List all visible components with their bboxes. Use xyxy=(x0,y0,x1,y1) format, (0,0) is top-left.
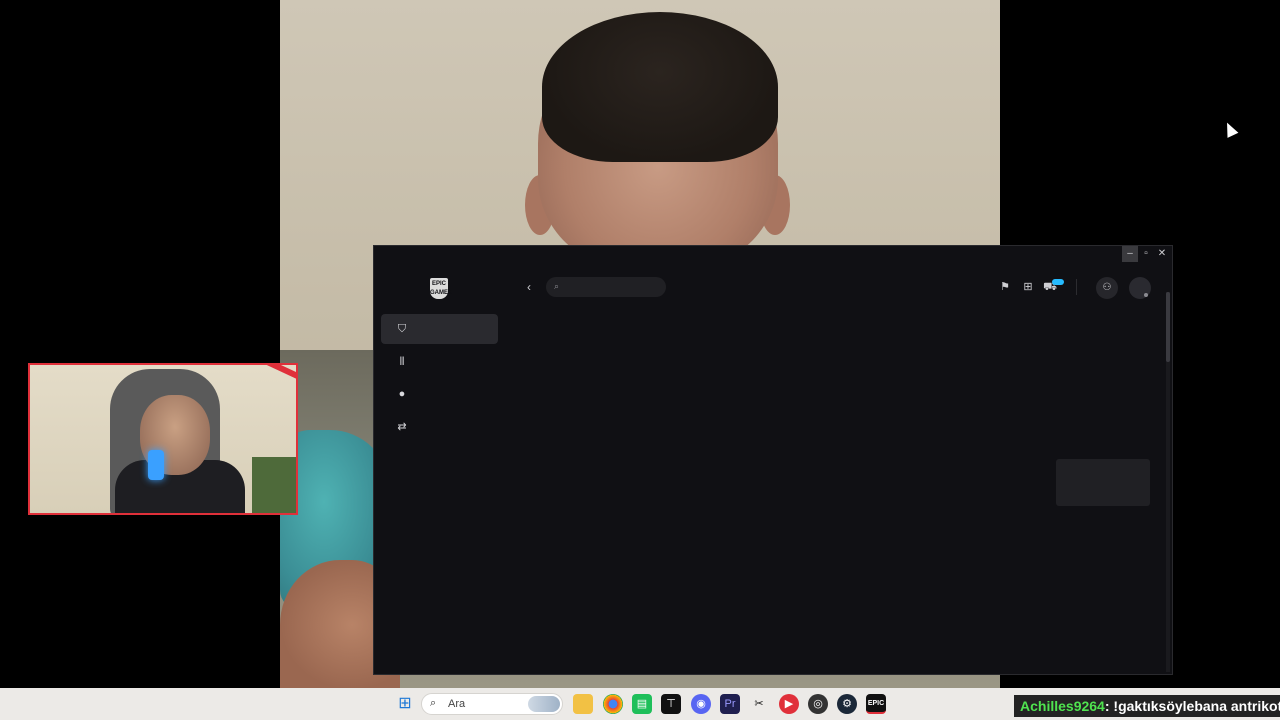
unreal-engine-icon: ● xyxy=(398,388,406,400)
back-icon[interactable]: ‹ xyxy=(527,279,531,295)
obs-icon[interactable]: ◎ xyxy=(808,694,828,714)
video-hair xyxy=(542,12,778,162)
scrollbar-thumb[interactable] xyxy=(1166,292,1170,362)
epic-logo[interactable]: EPIC GAMES xyxy=(430,278,452,299)
gift-icon[interactable]: ⊞ xyxy=(1021,280,1035,294)
discord-icon[interactable]: ◉ xyxy=(691,694,711,714)
spreadsheet-icon[interactable]: ▤ xyxy=(632,694,652,714)
search-icon: ⌕ xyxy=(430,697,437,709)
chrome-icon[interactable] xyxy=(603,694,623,714)
youtube-icon[interactable]: ▶ xyxy=(779,694,799,714)
chat-banner: Achilles9264: !gaktıksöylebana antrikot xyxy=(1014,695,1280,717)
sidebar-item-unreal[interactable]: ● xyxy=(381,379,498,409)
cart-badge xyxy=(1052,279,1064,285)
friends-icon[interactable]: ⚇ xyxy=(1096,277,1118,299)
store-bag-icon: ⛉ xyxy=(397,323,407,335)
epic-launcher-window: – ▫ ✕ EPIC GAMES ⛉ ⦀ ● ⇄ ‹ ⌕ ⚑ ⊞ ⛟ ⚇ xyxy=(373,245,1173,675)
title-bar[interactable]: – ▫ ✕ xyxy=(374,246,1172,264)
file-explorer-icon[interactable] xyxy=(573,694,593,714)
close-icon[interactable]: ✕ xyxy=(1154,246,1170,262)
steam-icon[interactable]: ⚙ xyxy=(837,694,857,714)
status-dot xyxy=(1144,293,1148,297)
search-icon: ⌕ xyxy=(554,281,560,291)
taskbar-search[interactable]: ⌕ Ara xyxy=(421,693,563,715)
desktop: – ▫ ✕ EPIC GAMES ⛉ ⦀ ● ⇄ ‹ ⌕ ⚑ ⊞ ⛟ ⚇ ⊞ ⌕… xyxy=(0,0,1280,720)
search-highlight-icon xyxy=(528,696,560,712)
chat-username: Achilles9264 xyxy=(1020,698,1105,714)
premiere-icon[interactable]: Pr xyxy=(720,694,740,714)
library-icon: ⦀ xyxy=(399,356,405,368)
loading-card xyxy=(1056,459,1150,506)
sidebar-item-link[interactable]: ⇄ xyxy=(381,412,498,442)
webcam-stripe xyxy=(247,365,296,382)
sidebar-item-store[interactable]: ⛉ xyxy=(381,314,498,344)
epic-games-taskbar-icon[interactable]: EPIC xyxy=(866,694,886,714)
taskbar-search-label: Ara xyxy=(448,698,466,710)
search-input[interactable] xyxy=(546,277,666,297)
link-icon: ⇄ xyxy=(397,421,407,433)
wishlist-icon[interactable]: ⚑ xyxy=(998,280,1012,294)
microphone-icon xyxy=(148,450,164,480)
toolbar-divider xyxy=(1076,279,1077,295)
maximize-icon[interactable]: ▫ xyxy=(1138,246,1154,262)
mouse-cursor-icon xyxy=(1221,120,1239,138)
windows-start-icon[interactable]: ⊞ xyxy=(395,694,415,714)
webcam-box xyxy=(252,457,296,513)
tradingview-icon[interactable]: ⊤ xyxy=(661,694,681,714)
minimize-icon[interactable]: – xyxy=(1122,246,1138,262)
chat-message: !gaktıksöylebana antrikot xyxy=(1113,698,1280,714)
sidebar-item-library[interactable]: ⦀ xyxy=(381,347,498,377)
capcut-icon[interactable]: ✂ xyxy=(749,694,769,714)
webcam-overlay xyxy=(28,363,298,515)
